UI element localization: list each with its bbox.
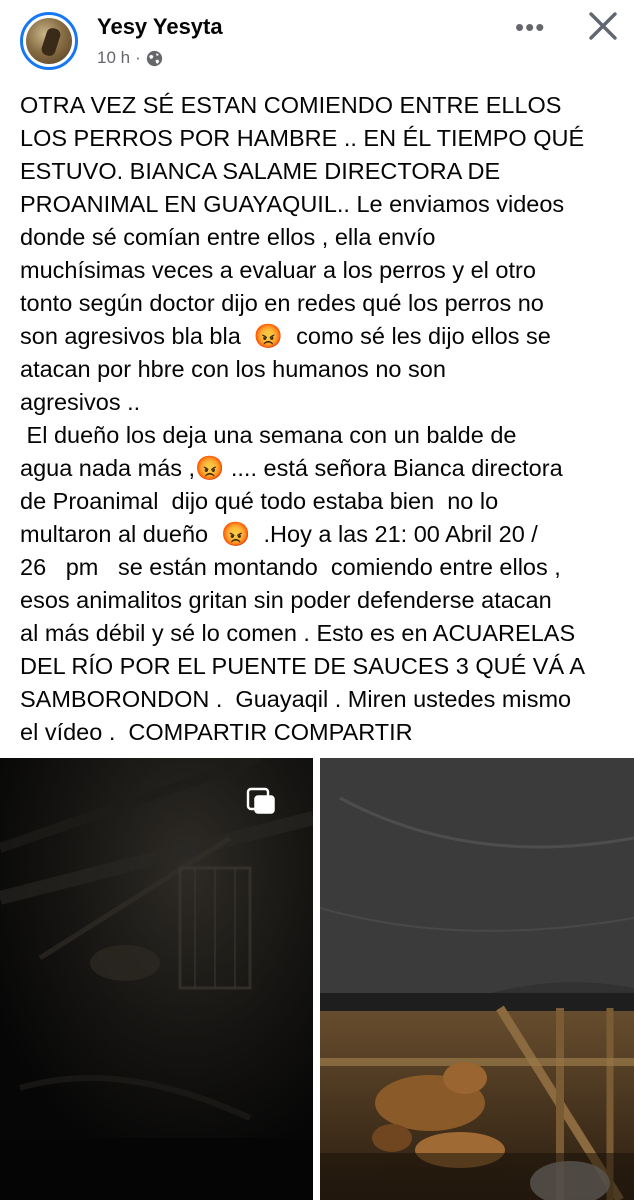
post-text: OTRA VEZ SÉ ESTAN COMIENDO ENTRE ELLOS L… [20, 92, 586, 745]
profile-avatar[interactable] [20, 12, 78, 70]
post-media-right[interactable] [320, 758, 634, 1200]
author-name[interactable]: Yesy Yesyta [97, 14, 223, 40]
dark-night-photo [0, 758, 313, 1200]
meta-separator: · [135, 48, 141, 67]
globe-icon [146, 50, 163, 67]
post-media-left[interactable] [0, 758, 313, 1200]
post-meta: 10 h · [97, 48, 163, 68]
dogs-under-tarp-photo [320, 758, 634, 1200]
multiple-media-icon [246, 787, 276, 815]
more-options-button[interactable]: ••• [515, 12, 545, 43]
post-time[interactable]: 10 h [97, 48, 130, 68]
avatar-image [26, 18, 72, 64]
close-icon[interactable] [586, 4, 620, 44]
post-header: Yesy Yesyta 10 h · ••• [0, 0, 634, 86]
